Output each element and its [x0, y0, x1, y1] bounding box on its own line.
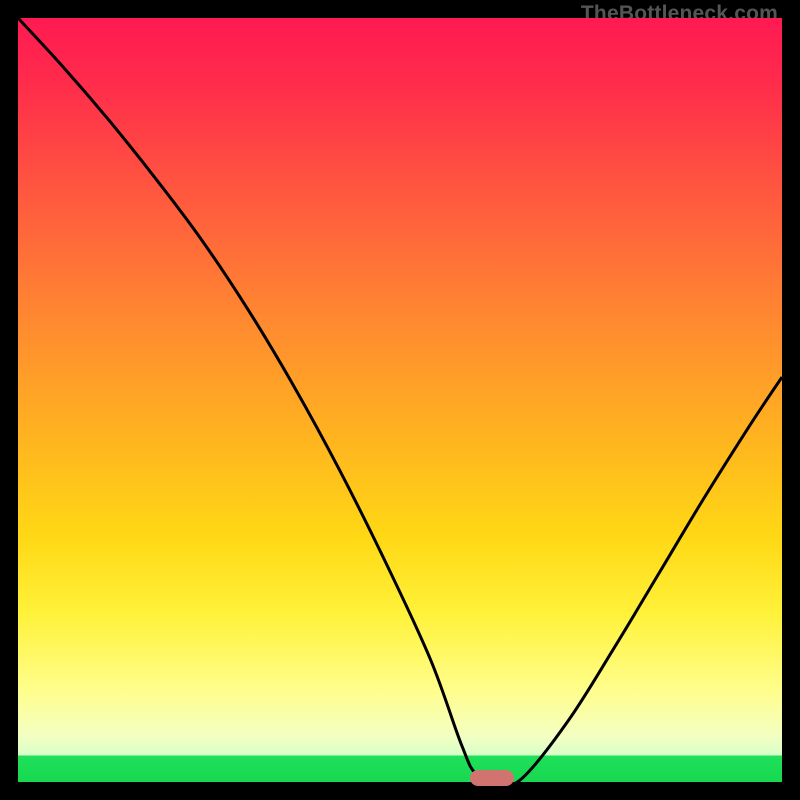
curve-path	[18, 18, 782, 785]
optimal-marker	[470, 770, 514, 786]
chart-container: TheBottleneck.com	[0, 0, 800, 800]
plot-area	[18, 18, 782, 782]
bottleneck-curve	[18, 18, 782, 782]
